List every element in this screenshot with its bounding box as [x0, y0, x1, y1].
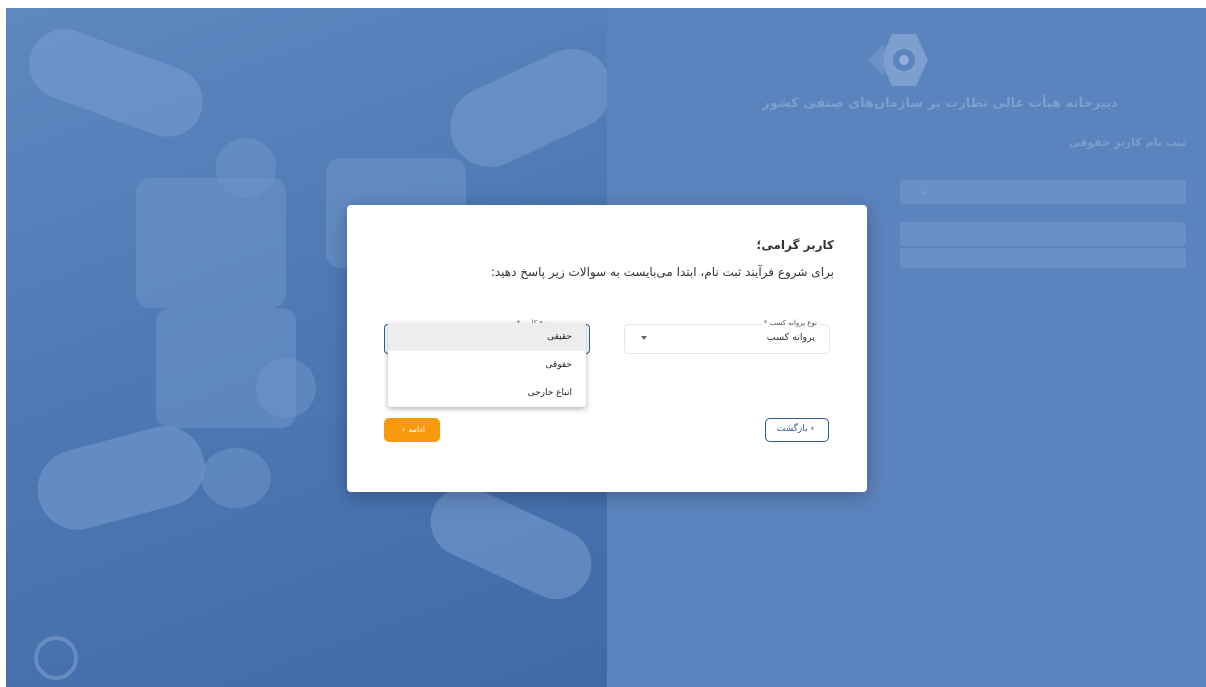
- organization-title: دبیرخانه هیأت عالی نظارت بر سازمان‌های ص…: [762, 96, 1118, 111]
- background-chevron-down-icon: ⌄: [920, 184, 930, 197]
- dialog-greeting: کاربر گرامی؛: [756, 238, 834, 252]
- background-hand: [28, 417, 214, 539]
- person-type-dropdown-menu: حقیقی حقوقی اتباع خارجی: [388, 323, 586, 407]
- organization-logo-icon: [868, 34, 928, 86]
- license-type-select[interactable]: نوع پروانه کسب * پروانه کسب: [624, 319, 830, 354]
- license-type-label: نوع پروانه کسب *: [761, 319, 819, 327]
- background-field: [900, 180, 1186, 204]
- background-hand: [419, 475, 603, 611]
- background-puzzle-knob: [216, 138, 276, 198]
- back-button[interactable]: ›بازگشت: [765, 418, 829, 442]
- background-hand: [437, 35, 607, 181]
- background-puzzle-knob: [256, 358, 316, 418]
- background-hand: [19, 19, 213, 147]
- dropdown-option-foreign[interactable]: اتباع خارجی: [388, 379, 586, 407]
- back-button-label: بازگشت: [776, 424, 808, 434]
- caret-down-icon: [641, 336, 647, 340]
- chevron-left-icon: ‹: [402, 425, 406, 434]
- continue-button-label: ادامه: [408, 425, 425, 434]
- license-type-value: پروانه کسب: [766, 332, 815, 343]
- background-field: [900, 248, 1186, 268]
- dropdown-option-real[interactable]: حقیقی: [388, 323, 586, 351]
- dropdown-option-legal[interactable]: حقوقی: [388, 351, 586, 379]
- background-field: [900, 222, 1186, 246]
- background-puzzle-piece: [136, 178, 286, 308]
- background-form-title: ثبت نام کاربر حقوقی: [1069, 136, 1186, 149]
- chevron-right-icon: ›: [810, 424, 815, 434]
- continue-button[interactable]: ادامه‹: [384, 418, 440, 442]
- registration-question-dialog: کاربر گرامی؛ برای شروع فرآیند ثبت نام، ا…: [347, 205, 867, 492]
- corner-logo-icon: [34, 636, 78, 680]
- dialog-instruction: برای شروع فرآیند ثبت نام، ابتدا می‌بایست…: [490, 265, 834, 279]
- background-puzzle-knob: [201, 448, 271, 508]
